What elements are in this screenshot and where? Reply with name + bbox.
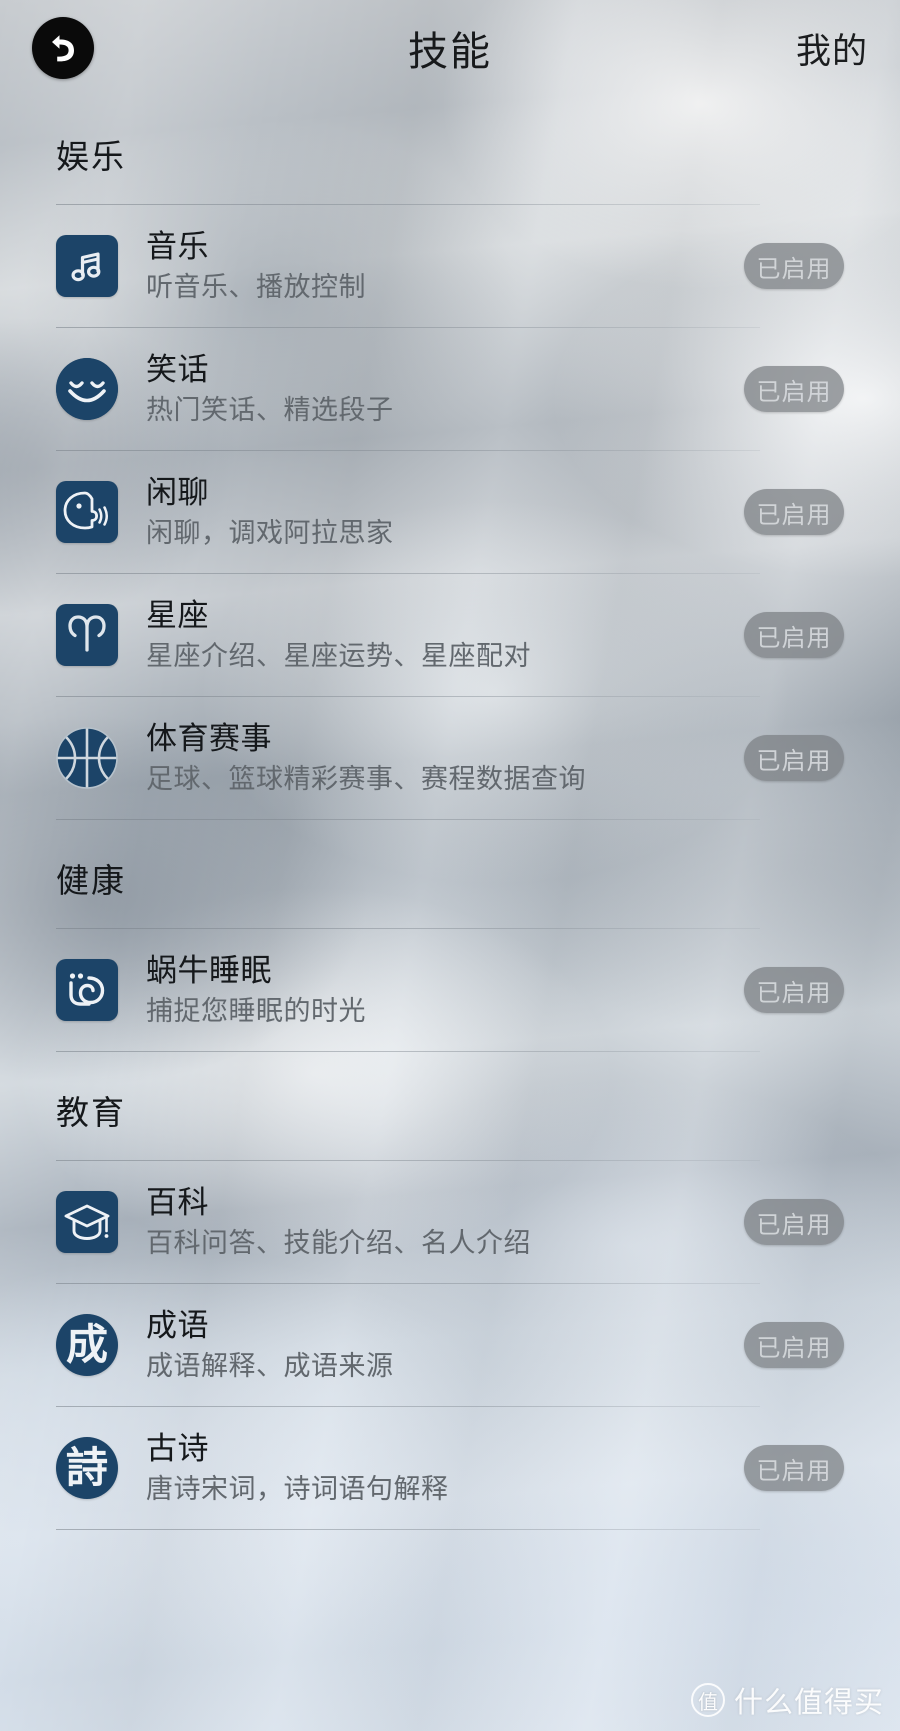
skill-row[interactable]: 音乐听音乐、播放控制 已启用 bbox=[0, 205, 900, 327]
aries-zodiac-icon bbox=[56, 604, 118, 666]
skill-section: 教育 百科 百科问答、技能介绍、名人介绍 已启用成成语 成语解释、成语来源 已启用詩古诗… bbox=[0, 1052, 900, 1530]
enabled-status-label: 已启用 bbox=[756, 624, 832, 652]
enabled-status-button[interactable]: 已启用 bbox=[744, 735, 844, 781]
skill-section: 健康 蜗牛睡眠捕捉您睡眠的时光 已启用 bbox=[0, 820, 900, 1052]
skill-text: 百科百科问答、技能介绍、名人介绍 bbox=[146, 1183, 726, 1262]
skill-title: 星座 bbox=[146, 597, 209, 633]
skill-description: 唐诗宋词，诗词语句解释 bbox=[146, 1474, 449, 1505]
skill-description: 足球、篮球精彩赛事、赛程数据查询 bbox=[146, 764, 586, 795]
skill-text: 闲聊闲聊，调戏阿拉思家 bbox=[146, 473, 726, 552]
page-header: 技能 我的 bbox=[0, 0, 900, 96]
enabled-status-label: 已启用 bbox=[756, 979, 832, 1007]
skill-list: 百科 百科问答、技能介绍、名人介绍 已启用成成语 成语解释、成语来源 已启用詩古诗 唐诗宋… bbox=[0, 1160, 900, 1530]
skill-row[interactable]: 成成语 成语解释、成语来源 已启用 bbox=[0, 1284, 900, 1406]
enabled-status-button[interactable]: 已启用 bbox=[744, 243, 844, 289]
skill-description: 星座介绍、星座运势、星座配对 bbox=[146, 641, 531, 672]
skill-row[interactable]: 蜗牛睡眠捕捉您睡眠的时光 已启用 bbox=[0, 929, 900, 1051]
skill-title: 成语 bbox=[146, 1307, 209, 1343]
talking-face-icon bbox=[56, 481, 118, 543]
icon-glyph: 詩 bbox=[65, 1443, 108, 1492]
skill-title: 笑话 bbox=[146, 351, 209, 387]
shi-character-icon: 詩 bbox=[56, 1437, 118, 1499]
skill-title: 体育赛事 bbox=[146, 720, 272, 756]
enabled-status-label: 已启用 bbox=[756, 1457, 832, 1485]
skill-list: 蜗牛睡眠捕捉您睡眠的时光 已启用 bbox=[0, 928, 900, 1052]
skill-text: 笑话热门笑话、精选段子 bbox=[146, 350, 726, 429]
skill-sections: 娱乐 音乐 听音乐、播放控制 已启用 笑话 热门笑话、精选段子 已启用 闲聊 闲聊，调戏阿… bbox=[0, 96, 900, 1530]
enabled-status-button[interactable]: 已启用 bbox=[744, 1199, 844, 1245]
my-link[interactable]: 我的 bbox=[796, 23, 868, 74]
skill-row[interactable]: 詩古诗 唐诗宋词，诗词语句解释 已启用 bbox=[0, 1407, 900, 1529]
enabled-status-label: 已启用 bbox=[756, 1334, 832, 1362]
icon-glyph: 成 bbox=[65, 1320, 108, 1369]
skill-text: 星座星座介绍、星座运势、星座配对 bbox=[146, 596, 726, 675]
skill-description: 闲聊，调戏阿拉思家 bbox=[146, 518, 394, 549]
back-arrow-icon bbox=[46, 31, 80, 65]
skill-description: 捕捉您睡眠的时光 bbox=[146, 996, 366, 1027]
skill-row[interactable]: 百科百科问答、技能介绍、名人介绍 已启用 bbox=[0, 1161, 900, 1283]
skill-text: 音乐听音乐、播放控制 bbox=[146, 227, 726, 306]
skill-section: 娱乐 音乐 听音乐、播放控制 已启用 笑话 热门笑话、精选段子 已启用 闲聊 闲聊，调戏阿… bbox=[0, 96, 900, 820]
skill-list: 音乐 听音乐、播放控制 已启用 笑话 热门笑话、精选段子 已启用 闲聊 闲聊，调戏阿拉思家… bbox=[0, 204, 900, 820]
skill-title: 音乐 bbox=[146, 228, 209, 264]
enabled-status-button[interactable]: 已启用 bbox=[744, 489, 844, 535]
skill-title: 百科 bbox=[146, 1184, 209, 1220]
enabled-status-label: 已启用 bbox=[756, 1211, 832, 1239]
enabled-status-label: 已启用 bbox=[756, 378, 832, 406]
enabled-status-button[interactable]: 已启用 bbox=[744, 612, 844, 658]
cheng-character-icon: 成 bbox=[56, 1314, 118, 1376]
enabled-status-button[interactable]: 已启用 bbox=[744, 967, 844, 1013]
skill-description: 百科问答、技能介绍、名人介绍 bbox=[146, 1228, 531, 1259]
skill-title: 蜗牛睡眠 bbox=[146, 952, 272, 988]
skill-description: 热门笑话、精选段子 bbox=[146, 395, 394, 426]
skill-text: 成语成语解释、成语来源 bbox=[146, 1306, 726, 1385]
graduation-cap-icon bbox=[56, 1191, 118, 1253]
enabled-status-button[interactable]: 已启用 bbox=[744, 366, 844, 412]
smiley-face-icon bbox=[56, 358, 118, 420]
back-button[interactable] bbox=[32, 17, 94, 79]
snail-sleep-icon bbox=[56, 959, 118, 1021]
section-title: 教育 bbox=[56, 1094, 126, 1131]
skill-row[interactable]: 体育赛事足球、篮球精彩赛事、赛程数据查询 已启用 bbox=[0, 697, 900, 819]
skill-description: 听音乐、播放控制 bbox=[146, 272, 366, 303]
skill-row[interactable]: 笑话热门笑话、精选段子 已启用 bbox=[0, 328, 900, 450]
enabled-status-label: 已启用 bbox=[756, 255, 832, 283]
skill-text: 古诗唐诗宋词，诗词语句解释 bbox=[146, 1429, 726, 1508]
section-title: 健康 bbox=[56, 862, 126, 899]
skill-row[interactable]: 闲聊闲聊，调戏阿拉思家 已启用 bbox=[0, 451, 900, 573]
enabled-status-button[interactable]: 已启用 bbox=[744, 1445, 844, 1491]
enabled-status-label: 已启用 bbox=[756, 747, 832, 775]
enabled-status-label: 已启用 bbox=[756, 501, 832, 529]
skill-text: 体育赛事足球、篮球精彩赛事、赛程数据查询 bbox=[146, 719, 726, 798]
skill-row[interactable]: 星座星座介绍、星座运势、星座配对 已启用 bbox=[0, 574, 900, 696]
list-divider bbox=[56, 1529, 760, 1530]
section-title: 娱乐 bbox=[56, 138, 126, 175]
skill-text: 蜗牛睡眠捕捉您睡眠的时光 bbox=[146, 951, 726, 1030]
page-title: 技能 bbox=[408, 30, 492, 74]
skill-title: 古诗 bbox=[146, 1430, 209, 1466]
skill-description: 成语解释、成语来源 bbox=[146, 1351, 394, 1382]
basketball-icon bbox=[56, 727, 118, 789]
skill-title: 闲聊 bbox=[146, 474, 209, 510]
music-note-icon bbox=[56, 235, 118, 297]
enabled-status-button[interactable]: 已启用 bbox=[744, 1322, 844, 1368]
